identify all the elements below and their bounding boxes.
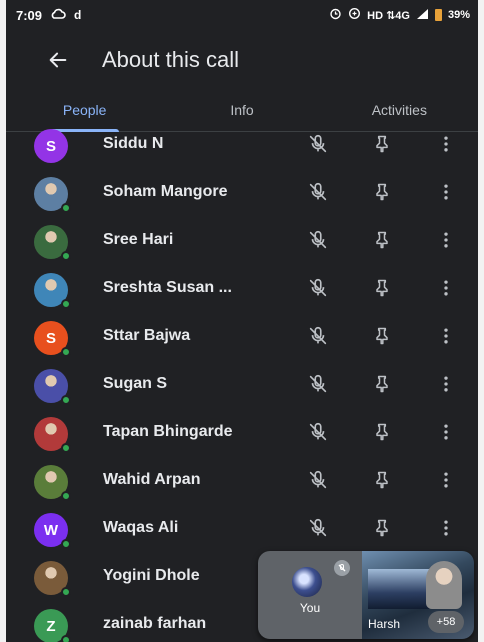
pin-icon[interactable] — [370, 228, 394, 252]
participant-name: Sree Hari — [103, 231, 174, 248]
more-vert-icon[interactable] — [434, 132, 458, 156]
online-indicator — [61, 443, 71, 453]
online-indicator — [61, 299, 71, 309]
alarm-icon — [329, 7, 342, 23]
participant-name: Waqas Ali — [103, 519, 179, 536]
participant-row[interactable]: S Sttar Bajwa — [6, 312, 478, 360]
network-indicator: HD ⇅4G — [367, 9, 410, 22]
participant-video-thumbnail — [426, 561, 462, 609]
mic-off-badge-icon — [334, 560, 350, 576]
mic-off-icon[interactable] — [306, 420, 330, 444]
avatar: S — [34, 129, 68, 163]
pin-icon[interactable] — [370, 372, 394, 396]
participant-tile-label: Harsh — [368, 617, 401, 631]
more-vert-icon[interactable] — [434, 372, 458, 396]
picture-in-picture[interactable]: You Harsh +58 — [258, 551, 474, 639]
mic-off-icon[interactable] — [306, 180, 330, 204]
participant-name: Tapan Bhingarde — [103, 423, 233, 440]
mic-off-icon[interactable] — [306, 516, 330, 540]
pin-icon[interactable] — [370, 516, 394, 540]
pin-icon[interactable] — [370, 180, 394, 204]
participant-row[interactable]: Sreshta Susan ... — [6, 264, 478, 312]
pin-icon[interactable] — [370, 276, 394, 300]
more-vert-icon[interactable] — [434, 324, 458, 348]
d-app-icon: d — [74, 8, 82, 22]
self-avatar — [292, 567, 322, 597]
status-bar-right: HD ⇅4G 39% — [329, 7, 470, 23]
self-tile-label: You — [299, 601, 321, 615]
participant-row[interactable]: S Siddu N — [6, 120, 478, 168]
avatar — [34, 273, 71, 309]
online-indicator — [61, 539, 71, 549]
pin-icon[interactable] — [370, 420, 394, 444]
more-vert-icon[interactable] — [434, 276, 458, 300]
avatar: Z — [34, 609, 71, 642]
avatar — [34, 561, 71, 597]
online-indicator — [61, 203, 71, 213]
participant-name: Siddu N — [103, 135, 164, 152]
mic-off-icon[interactable] — [306, 372, 330, 396]
avatar — [34, 369, 71, 405]
arrow-left-icon — [49, 52, 67, 68]
participant-name: Yogini Dhole — [103, 567, 200, 584]
online-indicator — [61, 395, 71, 405]
participant-name: zainab farhan — [103, 615, 207, 632]
mic-off-icon[interactable] — [306, 276, 330, 300]
data-saver-icon — [348, 7, 361, 23]
participant-name: Wahid Arpan — [103, 471, 201, 488]
online-indicator — [61, 491, 71, 501]
online-indicator — [61, 347, 71, 357]
app-bar: About this call — [6, 36, 478, 84]
more-vert-icon[interactable] — [434, 228, 458, 252]
mic-off-icon[interactable] — [306, 324, 330, 348]
signal-icon — [416, 8, 429, 23]
avatar — [34, 177, 71, 213]
pin-icon[interactable] — [370, 132, 394, 156]
avatar: S — [34, 321, 71, 357]
mic-off-icon[interactable] — [306, 132, 330, 156]
mic-off-icon[interactable] — [306, 468, 330, 492]
battery-percent: 39% — [447, 9, 470, 21]
battery-icon — [434, 9, 442, 21]
status-bar-left: 7:09 d — [16, 8, 81, 23]
participant-row[interactable]: Sree Hari — [6, 216, 478, 264]
pin-icon[interactable] — [370, 468, 394, 492]
more-vert-icon[interactable] — [434, 516, 458, 540]
phone-screen: 7:09 d HD ⇅4G 39% About this call People… — [6, 0, 478, 642]
participant-row[interactable]: Wahid Arpan — [6, 456, 478, 504]
avatar — [34, 225, 71, 261]
online-indicator — [61, 587, 71, 597]
avatar — [34, 465, 71, 501]
participant-row[interactable]: Sugan S — [6, 360, 478, 408]
self-video-tile[interactable]: You — [258, 551, 362, 639]
more-participants-badge[interactable]: +58 — [428, 611, 464, 633]
status-bar: 7:09 d HD ⇅4G 39% — [6, 0, 478, 30]
participant-name: Sreshta Susan ... — [103, 279, 232, 296]
shared-screen-thumbnail — [368, 569, 430, 609]
online-indicator — [61, 635, 71, 642]
online-indicator — [61, 251, 71, 261]
back-button[interactable] — [38, 40, 78, 80]
participant-name: Sugan S — [103, 375, 168, 392]
avatar: W — [34, 513, 71, 549]
mic-off-icon[interactable] — [306, 228, 330, 252]
pin-icon[interactable] — [370, 324, 394, 348]
participant-row[interactable]: Soham Mangore — [6, 168, 478, 216]
avatar — [34, 417, 71, 453]
more-vert-icon[interactable] — [434, 180, 458, 204]
cloud-icon — [50, 8, 66, 23]
clock: 7:09 — [16, 7, 43, 23]
participant-row[interactable]: Tapan Bhingarde — [6, 408, 478, 456]
participant-row[interactable]: W Waqas Ali — [6, 504, 478, 552]
more-vert-icon[interactable] — [434, 468, 458, 492]
participant-name: Sttar Bajwa — [103, 327, 191, 344]
more-vert-icon[interactable] — [434, 420, 458, 444]
participant-name: Soham Mangore — [103, 183, 228, 200]
page-title: About this call — [102, 47, 239, 72]
